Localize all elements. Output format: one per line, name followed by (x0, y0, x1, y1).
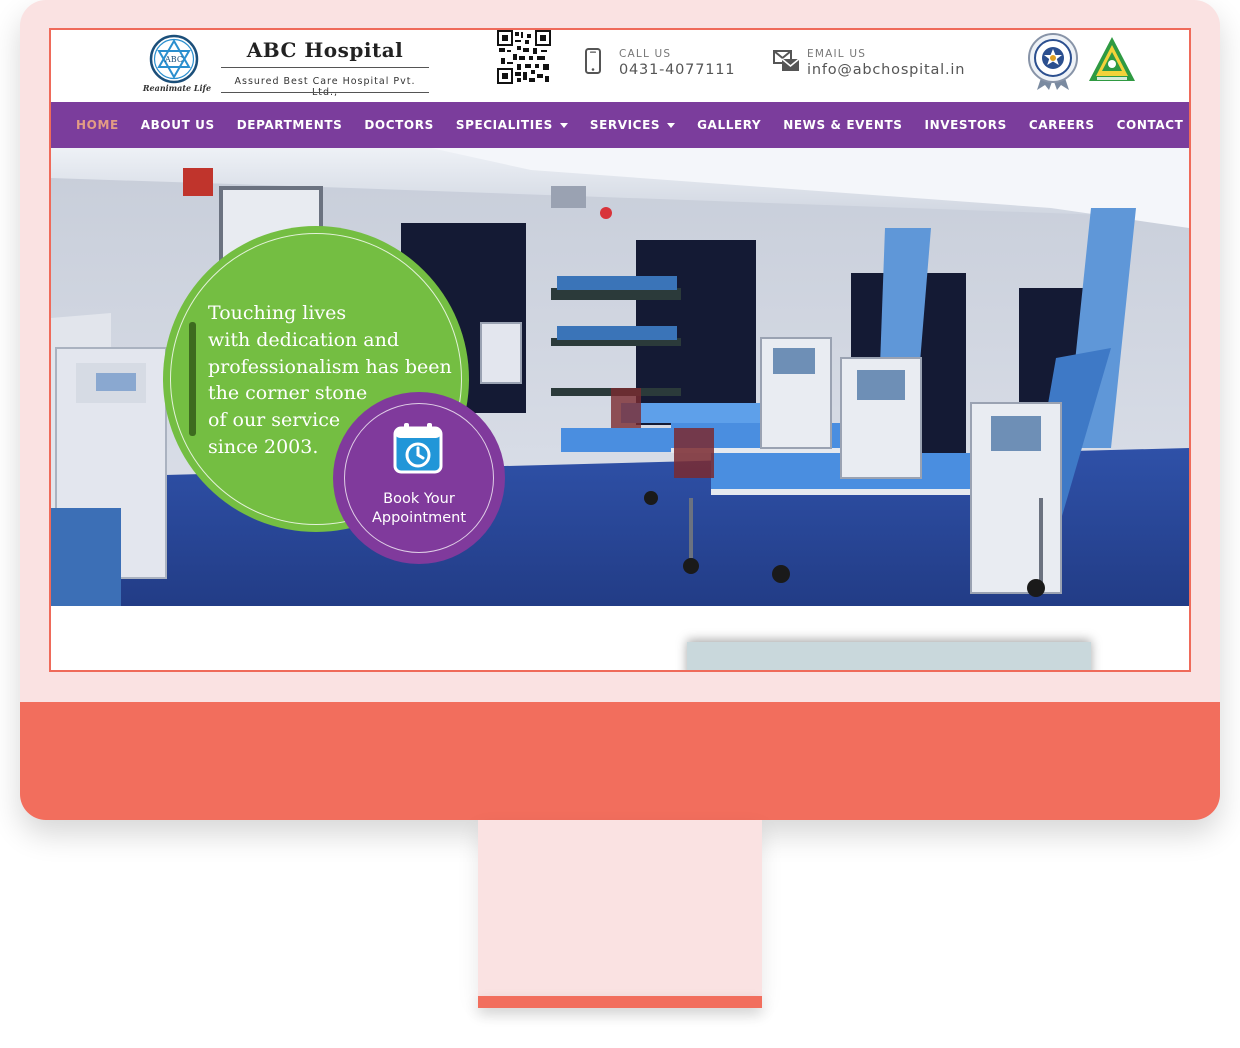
nav-label: GALLERY (697, 118, 762, 132)
nav-label: CAREERS (1028, 118, 1095, 132)
book-appointment-line1: Book Your (383, 491, 455, 507)
nav-item-doctors[interactable]: DOCTORS (353, 118, 444, 132)
monitor-stand (478, 820, 762, 996)
nav-label: NEWS & EVENTS (783, 118, 903, 132)
nav-item-gallery[interactable]: GALLERY (686, 118, 772, 132)
hospital-logo-icon[interactable]: ABC (149, 34, 199, 84)
book-appointment-line2: Appointment (371, 510, 467, 526)
nav-item-contact-us[interactable]: CONTACT US (1106, 118, 1189, 132)
hero-tagline-line: with dedication and (208, 328, 400, 351)
brand-divider-top (221, 67, 429, 68)
content-section (51, 606, 1189, 670)
hero-tagline-line: Touching lives (208, 302, 347, 324)
calendar-clock-icon[interactable] (393, 422, 443, 474)
nav-label: HOME (76, 118, 119, 132)
email-us-label: EMAIL US (807, 48, 867, 60)
nav-item-careers[interactable]: CAREERS (1018, 118, 1106, 132)
content-card-preview (687, 642, 1091, 670)
chevron-down-icon (667, 122, 676, 128)
email-envelope-icon (773, 50, 800, 71)
main-navigation: HOME ABOUT US DEPARTMENTS DOCTORS SPECIA… (51, 102, 1189, 148)
monitor-stand-base (478, 996, 762, 1008)
call-us-number: 0431-4077111 (619, 62, 736, 78)
nav-label: CONTACT US (1116, 118, 1189, 132)
logo-emblem-text: ABC (164, 55, 183, 64)
tagline-accent-bar (189, 322, 196, 436)
website-screen: ABC Reanimate Life ABC Hospital Assured … (49, 28, 1191, 672)
logo-tagline: Reanimate Life (142, 83, 212, 93)
nav-item-departments[interactable]: DEPARTMENTS (226, 118, 354, 132)
mobile-phone-icon (585, 48, 601, 74)
call-us-label: CALL US (619, 48, 672, 60)
brand-divider-bottom (221, 92, 429, 93)
nav-item-specialities[interactable]: SPECIALITIES (445, 118, 579, 132)
nav-label: SPECIALITIES (455, 118, 553, 132)
nav-label: ABOUT US (140, 118, 215, 132)
nav-label: DOCTORS (364, 118, 434, 132)
nav-label: DEPARTMENTS (236, 118, 343, 132)
nav-item-home[interactable]: HOME (65, 118, 130, 132)
accreditation-seal-icon (1028, 33, 1078, 90)
book-appointment-label[interactable]: Book Your Appointment (343, 490, 495, 528)
hero-banner: Touching lives with dedication and profe… (51, 148, 1189, 606)
brand-block[interactable]: ABC Hospital Assured Best Care Hospital … (221, 34, 431, 98)
monitor-chin (20, 702, 1220, 820)
nav-item-services[interactable]: SERVICES (579, 118, 686, 132)
brand-name: ABC Hospital (246, 38, 404, 62)
nav-item-investors[interactable]: INVESTORS (914, 118, 1018, 132)
nav-item-news-events[interactable]: NEWS & EVENTS (772, 118, 913, 132)
nav-label: INVESTORS (924, 118, 1007, 132)
qr-code-icon (497, 30, 551, 84)
nav-item-about-us[interactable]: ABOUT US (130, 118, 226, 132)
chevron-down-icon (559, 122, 568, 128)
brand-subtitle: Assured Best Care Hospital Pvt. Ltd., (234, 76, 416, 98)
nav-label: SERVICES (589, 118, 661, 132)
hero-tagline-line: professionalism has been (208, 355, 452, 378)
accreditation-triangle-icon (1089, 37, 1135, 81)
email-us-address: info@abchospital.in (807, 62, 966, 78)
site-header: ABC Reanimate Life ABC Hospital Assured … (51, 30, 1189, 102)
